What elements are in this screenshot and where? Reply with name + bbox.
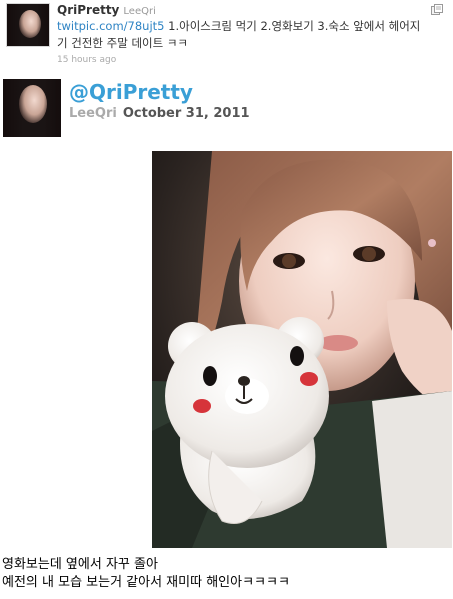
- post-handle[interactable]: @QriPretty: [69, 80, 193, 104]
- caption-line-1: 영화보는데 옆에서 자꾸 졸아: [2, 557, 158, 572]
- tweet-avatar[interactable]: [6, 3, 50, 47]
- post-date: October 31, 2011: [122, 106, 250, 121]
- photo-caption: 영화보는데 옆에서 자꾸 졸아 예전의 내 모습 보는거 같아서 재미따 해인아…: [2, 556, 290, 592]
- photo-illustration: [152, 151, 452, 548]
- avatar-hair: [7, 4, 49, 46]
- tweet-link[interactable]: twitpic.com/78ujt5: [57, 19, 164, 33]
- avatar-hair: [3, 79, 61, 137]
- profile-avatar[interactable]: [3, 79, 61, 137]
- retweet-icon[interactable]: [431, 4, 443, 16]
- tweet-header: QriPretty LeeQri: [57, 3, 156, 17]
- post-meta: LeeQri October 31, 2011: [69, 106, 250, 121]
- tweet-timestamp[interactable]: 15 hours ago: [57, 55, 116, 65]
- post-photo[interactable]: [152, 151, 452, 548]
- tweet-text: twitpic.com/78ujt5 1.아이스크림 먹기 2.영화보기 3.숙…: [57, 18, 422, 52]
- post-author[interactable]: LeeQri: [69, 106, 117, 121]
- tweet-username[interactable]: LeeQri: [123, 6, 155, 17]
- tweet-display-name[interactable]: QriPretty: [57, 3, 119, 17]
- caption-line-2: 예전의 내 모습 보는거 같아서 재미따 해인아ㅋㅋㅋㅋ: [2, 575, 290, 590]
